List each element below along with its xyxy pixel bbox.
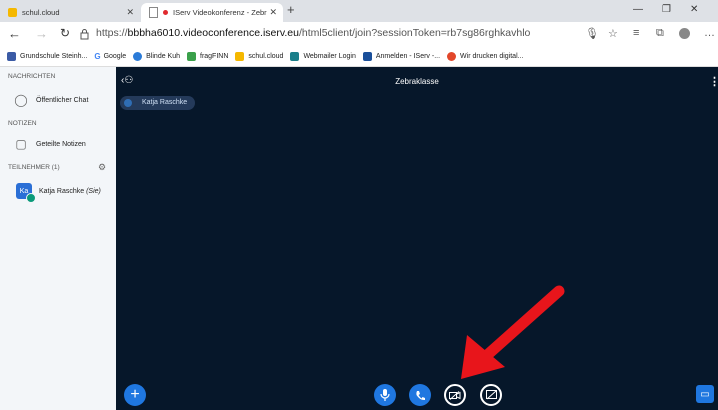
room-title: Zebraklasse bbox=[395, 77, 439, 86]
participant-name: Katja Raschke bbox=[39, 187, 85, 195]
tab-label: IServ Videokonferenz - Zebr bbox=[173, 8, 267, 17]
options-menu-icon[interactable]: ⋮ bbox=[709, 75, 718, 88]
back-icon[interactable]: ← bbox=[8, 26, 21, 41]
mic-permission-icon[interactable]: 🎙 bbox=[585, 27, 599, 40]
presentation-toggle-button[interactable]: ▭ bbox=[696, 385, 714, 403]
presentation-area bbox=[116, 67, 718, 410]
talking-indicator: Katja Raschke bbox=[120, 96, 196, 110]
bookmark-icon bbox=[447, 51, 457, 61]
favorites-list-icon[interactable]: ≡ bbox=[633, 27, 639, 39]
messages-header: NACHRICHTEN bbox=[8, 73, 56, 80]
gear-icon[interactable]: ⚙ bbox=[98, 162, 106, 173]
lock-icon bbox=[80, 29, 89, 40]
favorite-star-icon[interactable]: ☆ bbox=[608, 27, 618, 40]
bookmark-icon bbox=[133, 51, 143, 61]
shared-notes-item[interactable]: ▢ Geteilte Notizen bbox=[0, 133, 116, 155]
minimize-icon[interactable]: — bbox=[633, 4, 643, 15]
audio-status-icon bbox=[26, 193, 36, 203]
tab-schulcloud[interactable]: schul.cloud ✕ bbox=[0, 3, 140, 22]
screenshare-button[interactable] bbox=[480, 384, 502, 406]
bookmark-label: Webmailer Login bbox=[303, 52, 356, 60]
participant-self-tag: (Sie) bbox=[86, 187, 101, 195]
tab-videokonferenz[interactable]: IServ Videokonferenz - Zebr ✕ bbox=[141, 3, 283, 22]
sidebar: NACHRICHTEN ◯ Öffentlicher Chat NOTIZEN … bbox=[0, 67, 116, 410]
schulcloud-favicon-icon bbox=[8, 8, 17, 17]
bookmark-icon bbox=[235, 51, 245, 61]
bookmark-label: Anmelden - IServ -... bbox=[375, 52, 441, 60]
participants-header: TEILNEHMER (1) bbox=[8, 164, 60, 171]
chat-bubble-icon: ◯ bbox=[14, 93, 28, 107]
restore-icon[interactable]: ❐ bbox=[662, 4, 671, 15]
participant-item[interactable]: Ka Katja Raschke (Sie) bbox=[0, 180, 116, 203]
close-icon[interactable]: ✕ bbox=[126, 7, 134, 18]
bookmark-label: Blinde Kuh bbox=[146, 52, 180, 60]
bookmarks-bar: Grundschule Steinh... G Google Blinde Kuh… bbox=[0, 46, 718, 67]
recording-dot-icon bbox=[163, 10, 168, 15]
profile-avatar-icon[interactable] bbox=[679, 28, 690, 39]
phone-button[interactable] bbox=[409, 384, 431, 406]
bookmark-item[interactable]: schul.cloud bbox=[235, 51, 284, 61]
phone-icon bbox=[415, 390, 425, 400]
annotation-arrow-icon bbox=[461, 285, 565, 379]
webcam-button[interactable] bbox=[444, 384, 466, 406]
url-path: /html5client/join?sessionToken=rb7sg86rg… bbox=[298, 27, 531, 39]
bookmark-label: Wir drucken digital... bbox=[460, 52, 524, 60]
microphone-icon bbox=[380, 389, 390, 401]
screenshare-off-icon bbox=[485, 390, 497, 400]
more-icon[interactable]: … bbox=[704, 27, 715, 39]
tab-label: schul.cloud bbox=[22, 8, 60, 17]
forward-icon[interactable]: → bbox=[35, 26, 48, 41]
notes-header: NOTIZEN bbox=[8, 120, 37, 127]
page-icon bbox=[149, 7, 158, 18]
bookmark-item[interactable]: G Google bbox=[94, 52, 126, 61]
close-window-icon[interactable]: ✕ bbox=[690, 4, 698, 15]
speaker-dot-icon bbox=[124, 99, 132, 107]
url-scheme: https:// bbox=[96, 27, 128, 39]
shared-notes-label: Geteilte Notizen bbox=[36, 140, 86, 148]
bookmark-label: Google bbox=[103, 52, 127, 60]
reload-icon[interactable]: ↻ bbox=[60, 26, 70, 40]
public-chat-item[interactable]: ◯ Öffentlicher Chat bbox=[0, 89, 116, 111]
bookmark-item[interactable]: Wir drucken digital... bbox=[447, 51, 524, 61]
microphone-button[interactable] bbox=[374, 384, 396, 406]
new-tab-button[interactable]: + bbox=[287, 2, 295, 17]
url-field[interactable]: https://bbbha6010.videoconference.iserv.… bbox=[96, 27, 530, 39]
document-icon: ▢ bbox=[15, 137, 27, 151]
camera-off-icon bbox=[449, 390, 461, 400]
bookmark-icon bbox=[362, 51, 372, 61]
avatar: Ka bbox=[16, 183, 36, 203]
bookmark-item[interactable]: Grundschule Steinh... bbox=[7, 51, 88, 61]
bookmark-label: schul.cloud bbox=[248, 52, 284, 60]
close-icon[interactable]: ✕ bbox=[269, 7, 277, 18]
bookmark-label: Grundschule Steinh... bbox=[20, 52, 88, 60]
bookmark-icon bbox=[187, 51, 196, 61]
bookmark-item[interactable]: Anmelden - IServ -... bbox=[362, 51, 441, 61]
bookmark-item[interactable]: fragFINN bbox=[187, 51, 229, 61]
bookmark-icon bbox=[7, 51, 16, 61]
bookmark-item[interactable]: Blinde Kuh bbox=[133, 51, 180, 61]
bookmark-item[interactable]: Webmailer Login bbox=[290, 51, 356, 61]
collections-icon[interactable]: ⧉ bbox=[656, 27, 664, 40]
actions-plus-button[interactable]: + bbox=[124, 384, 146, 406]
bookmark-icon bbox=[290, 51, 300, 61]
bookmark-label: fragFINN bbox=[200, 52, 229, 60]
google-icon: G bbox=[94, 51, 101, 61]
talker-name: Katja Raschke bbox=[142, 99, 188, 106]
public-chat-label: Öffentlicher Chat bbox=[36, 96, 89, 104]
url-host: bbbha6010.videoconference.iserv.eu bbox=[127, 27, 299, 39]
